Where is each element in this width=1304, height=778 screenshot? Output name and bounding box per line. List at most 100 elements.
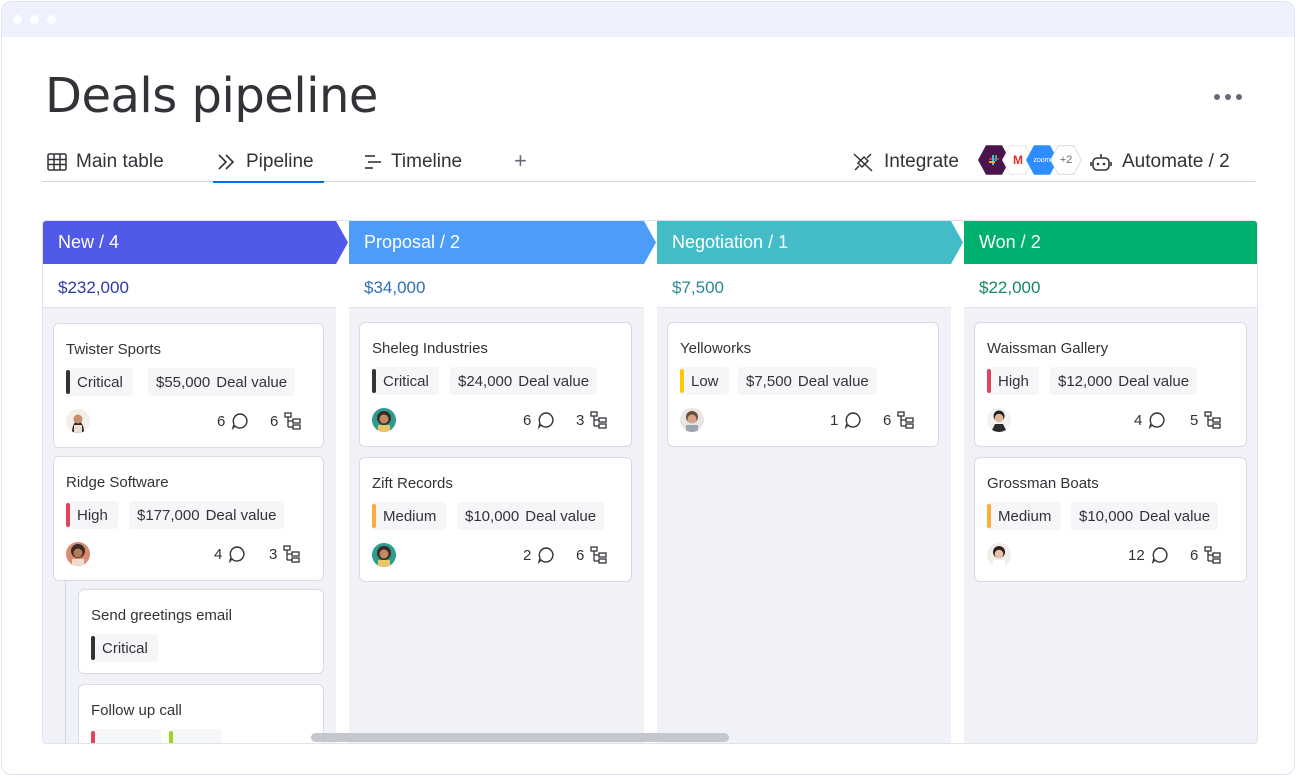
priority-label[interactable]: High: [66, 501, 118, 529]
add-view-button[interactable]: +: [514, 148, 527, 174]
subitems-icon: [1204, 546, 1221, 564]
column-body: Yelloworks Low $7,500 Deal value 1 6: [657, 309, 951, 743]
subitems-count[interactable]: 6: [270, 410, 302, 432]
avatar[interactable]: [680, 408, 704, 432]
column-sum: $7,500: [657, 264, 951, 308]
comments-count[interactable]: 12: [1128, 544, 1169, 566]
comment-icon: [1151, 547, 1168, 564]
pipeline-column-won: Won / 2 $22,000 Waissman Gallery High $1…: [964, 221, 1257, 743]
subitems-count[interactable]: 3: [269, 543, 301, 565]
deal-value[interactable]: $24,000 Deal value: [450, 367, 598, 395]
deal-value[interactable]: $177,000 Deal value: [129, 501, 285, 529]
plug-icon: [853, 153, 873, 172]
tab-main-table[interactable]: Main table: [47, 142, 164, 182]
deal-name: Ridge Software: [66, 474, 169, 491]
avatar[interactable]: [66, 409, 90, 433]
deal-card[interactable]: Grossman Boats Medium $10,000 Deal value …: [974, 457, 1247, 582]
priority-label[interactable]: Critical: [372, 367, 439, 395]
column-title: Won / 2: [979, 232, 1041, 252]
deal-value[interactable]: $10,000 Deal value: [1071, 502, 1219, 530]
comments-count[interactable]: 2: [523, 544, 555, 566]
column-header[interactable]: New / 4: [43, 221, 348, 264]
deal-card[interactable]: Zift Records Medium $10,000 Deal value 2 …: [359, 457, 632, 582]
avatar[interactable]: [372, 408, 396, 432]
horizontal-scrollbar[interactable]: [311, 733, 729, 742]
integrate-button[interactable]: Integrate: [852, 142, 959, 182]
column-sum: $232,000: [43, 264, 336, 308]
pipeline-board: New / 4 $232,000 Twister Sports Critical…: [42, 220, 1258, 744]
comments-count[interactable]: 1: [830, 409, 862, 431]
comment-icon: [538, 412, 554, 429]
tab-label: Main table: [76, 151, 164, 172]
subitems-icon: [284, 412, 301, 430]
comment-icon: [845, 412, 861, 429]
avatar[interactable]: [987, 408, 1011, 432]
page-title: Deals pipeline: [45, 68, 378, 124]
subitem-name: Send greetings email: [91, 607, 232, 624]
comments-count[interactable]: 6: [523, 409, 555, 431]
tab-timeline[interactable]: Timeline: [364, 142, 462, 182]
comments-count[interactable]: 4: [1134, 409, 1166, 431]
subitems-icon: [590, 546, 607, 564]
subitems-icon: [590, 411, 607, 429]
table-icon: [47, 153, 67, 171]
priority-label[interactable]: High: [987, 367, 1039, 395]
column-body: Twister Sports Critical $55,000 Deal valu…: [43, 309, 336, 743]
deal-card[interactable]: Twister Sports Critical $55,000 Deal valu…: [53, 323, 324, 448]
priority-label[interactable]: Critical: [91, 634, 158, 662]
column-header[interactable]: Proposal / 2: [349, 221, 656, 264]
subitems-icon: [1204, 411, 1221, 429]
column-sum: $22,000: [964, 264, 1257, 308]
subitem-card[interactable]: Follow up call: [78, 684, 324, 743]
subitems-count[interactable]: 6: [1190, 544, 1222, 566]
priority-label[interactable]: Medium: [372, 502, 447, 530]
pipeline-column-new: New / 4 $232,000 Twister Sports Critical…: [43, 221, 348, 743]
pipeline-column-proposal: Proposal / 2 $34,000 Sheleg Industries C…: [349, 221, 656, 743]
app-icons[interactable]: M zoom +2: [978, 144, 1082, 178]
subitems-count[interactable]: 6: [883, 409, 915, 431]
column-title: New / 4: [58, 232, 120, 252]
subitem-card[interactable]: Send greetings email Critical: [78, 589, 324, 674]
window-dot: [30, 15, 39, 24]
comments-count[interactable]: 6: [217, 410, 249, 432]
column-header[interactable]: Won / 2: [964, 221, 1257, 264]
integrate-label: Integrate: [884, 151, 959, 172]
deal-value[interactable]: $10,000 Deal value: [457, 502, 605, 530]
window-chrome: [2, 2, 1294, 37]
more-options-icon[interactable]: [1214, 90, 1254, 104]
deal-value[interactable]: $55,000 Deal value: [148, 368, 296, 396]
subitems-count[interactable]: 3: [576, 409, 608, 431]
priority-label[interactable]: [91, 729, 161, 743]
pipeline-column-negotiation: Negotiation / 1 $7,500 Yelloworks Low $7…: [657, 221, 963, 743]
deal-name: Twister Sports: [66, 341, 162, 358]
priority-label[interactable]: Medium: [987, 502, 1062, 530]
avatar[interactable]: [372, 543, 396, 567]
timeline-icon: [365, 155, 381, 169]
deal-value[interactable]: $12,000 Deal value: [1050, 367, 1198, 395]
deal-card[interactable]: Ridge Software High $177,000 Deal value 4…: [53, 456, 324, 581]
column-title: Proposal / 2: [364, 232, 461, 252]
deal-value[interactable]: $7,500 Deal value: [738, 367, 877, 395]
deal-name: Sheleg Industries: [372, 340, 488, 357]
avatar[interactable]: [66, 542, 90, 566]
pipeline-icon: [218, 154, 235, 170]
deal-name: Waissman Gallery: [987, 340, 1109, 357]
subitems-count[interactable]: 5: [1190, 409, 1222, 431]
deal-card[interactable]: Sheleg Industries Critical $24,000 Deal v…: [359, 322, 632, 447]
automate-button[interactable]: Automate / 2: [1090, 142, 1230, 182]
subitems-count[interactable]: 6: [576, 544, 608, 566]
deal-card[interactable]: Yelloworks Low $7,500 Deal value 1 6: [667, 322, 939, 447]
deal-card[interactable]: Waissman Gallery High $12,000 Deal value …: [974, 322, 1247, 447]
status-label[interactable]: [169, 729, 221, 743]
window-dot: [47, 15, 56, 24]
tab-pipeline[interactable]: Pipeline: [213, 142, 324, 183]
priority-label[interactable]: Low: [680, 367, 729, 395]
view-tabs: Main table Pipeline Timeline + Integrate…: [42, 142, 1256, 183]
priority-label[interactable]: Critical: [66, 368, 133, 396]
comment-icon: [232, 413, 248, 430]
deal-name: Yelloworks: [680, 340, 752, 357]
avatar[interactable]: [987, 543, 1011, 567]
comment-icon: [538, 547, 554, 564]
comments-count[interactable]: 4: [214, 543, 246, 565]
column-header[interactable]: Negotiation / 1: [657, 221, 963, 264]
